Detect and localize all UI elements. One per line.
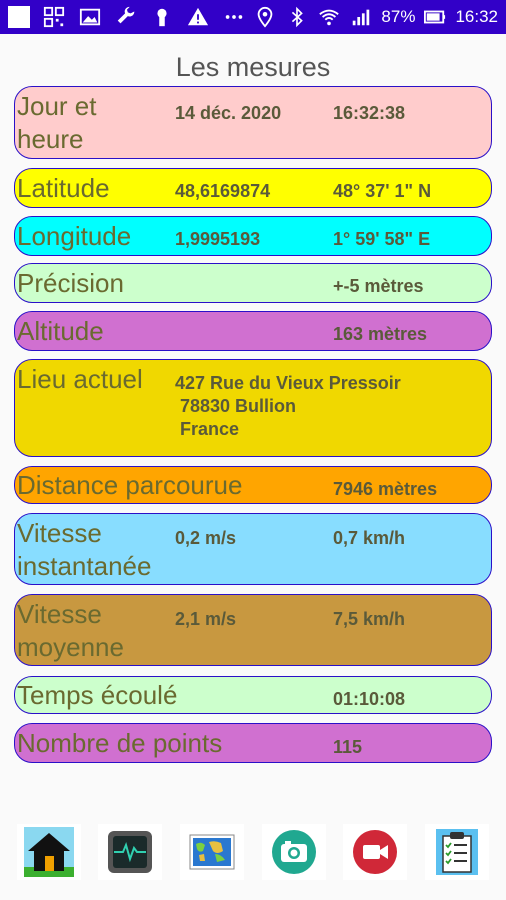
monitor-button[interactable] xyxy=(98,824,163,880)
more-icon xyxy=(222,5,246,29)
row-value-1: 2,1 m/s xyxy=(175,609,237,629)
camera-button[interactable] xyxy=(261,824,326,880)
row-date-time: Jour et heure 14 déc. 2020 16:32:38 xyxy=(14,86,492,159)
app-square-icon xyxy=(8,6,30,28)
qr-code-icon xyxy=(42,5,66,29)
bluetooth-icon xyxy=(285,5,309,29)
home-button[interactable] xyxy=(16,824,81,880)
row-value-2: 163 mètres xyxy=(333,324,428,344)
address-value: 427 Rue du Vieux Pressoir 78830 Bullion … xyxy=(175,373,401,439)
row-value-1: 1,9995193 xyxy=(175,229,261,249)
row-precision: Précision +-5 mètres xyxy=(14,263,492,303)
row-elapsed-time: Temps écoulé 01:10:08 xyxy=(14,676,492,714)
warning-icon xyxy=(186,5,210,29)
row-label: Temps écoulé xyxy=(17,680,178,710)
row-point-count: Nombre de points 115 xyxy=(14,723,492,763)
signal-icon xyxy=(349,5,373,29)
video-button[interactable] xyxy=(343,824,408,880)
row-instant-speed: Vitesse instantanée 0,2 m/s 0,7 km/h xyxy=(14,513,492,585)
status-bar: 87% 16:32 xyxy=(0,0,506,34)
bottom-toolbar xyxy=(0,822,506,882)
page-title: Les mesures xyxy=(175,52,331,82)
keyhole-icon xyxy=(150,5,174,29)
wifi-icon xyxy=(317,5,341,29)
map-button[interactable] xyxy=(180,824,245,880)
row-value-2: 7946 mètres xyxy=(333,479,438,499)
map-icon xyxy=(189,834,235,870)
row-latitude: Latitude 48,6169874 48° 37' 1" N xyxy=(14,168,492,208)
row-label: Distance parcourue xyxy=(17,470,243,500)
row-average-speed: Vitesse moyenne 2,1 m/s 7,5 km/h xyxy=(14,594,492,666)
row-longitude: Longitude 1,9995193 1° 59' 58" E xyxy=(14,216,492,256)
row-altitude: Altitude 163 mètres xyxy=(14,311,492,351)
row-value-2: +-5 mètres xyxy=(333,276,424,296)
battery-icon xyxy=(423,5,447,29)
image-icon xyxy=(78,5,102,29)
row-label: Précision xyxy=(17,268,124,298)
camera-icon xyxy=(271,830,316,874)
row-distance: Distance parcourue 7946 mètres xyxy=(14,466,492,504)
row-value-1: 0,2 m/s xyxy=(175,528,237,548)
row-label: Latitude xyxy=(17,173,110,203)
row-value-1: 14 déc. 2020 xyxy=(175,103,282,123)
row-label: Vitesse instantanée xyxy=(17,518,152,581)
row-value-2: 7,5 km/h xyxy=(333,609,406,629)
row-value-2: 48° 37' 1" N xyxy=(333,181,432,201)
row-value-2: 0,7 km/h xyxy=(333,528,406,548)
clipboard-icon xyxy=(436,829,479,875)
row-label: Nombre de points xyxy=(17,728,223,758)
wrench-icon xyxy=(114,5,138,29)
row-value-1: 48,6169874 xyxy=(175,181,271,201)
battery-percent: 87% xyxy=(381,7,416,26)
row-value-2: 16:32:38 xyxy=(333,103,406,123)
clipboard-button[interactable] xyxy=(425,824,490,880)
row-label: Longitude xyxy=(17,221,132,251)
monitor-icon xyxy=(108,831,153,873)
row-label: Altitude xyxy=(17,316,104,346)
row-value-2: 115 xyxy=(333,737,363,757)
row-value-2: 01:10:08 xyxy=(333,689,406,709)
row-label: Lieu actuel xyxy=(17,364,143,394)
row-label: Vitesse moyenne xyxy=(17,599,124,662)
clock: 16:32 xyxy=(455,7,498,26)
row-label: Jour et heure xyxy=(17,91,97,154)
video-icon xyxy=(353,830,398,874)
row-value-2: 1° 59' 58" E xyxy=(333,229,431,249)
row-current-place: Lieu actuel 427 Rue du Vieux Pressoir 78… xyxy=(14,359,492,457)
location-icon xyxy=(253,5,277,29)
home-icon xyxy=(23,827,74,877)
